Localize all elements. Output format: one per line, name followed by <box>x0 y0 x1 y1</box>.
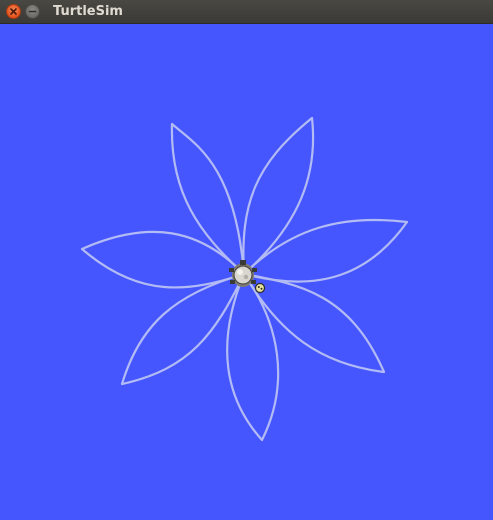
drawing-area <box>80 116 409 442</box>
close-button[interactable] <box>6 4 21 19</box>
close-icon <box>10 8 17 15</box>
petal-down <box>226 272 280 442</box>
petal-up-left <box>170 122 246 276</box>
petal-lower-left <box>120 272 246 386</box>
minimize-button[interactable] <box>25 4 40 19</box>
turtlesim-window: TurtleSim <box>0 0 493 520</box>
petal-left <box>80 230 246 289</box>
petal-up-right <box>242 116 315 276</box>
turtle-canvas[interactable] <box>0 24 493 520</box>
minimize-icon <box>28 10 37 13</box>
title-bar[interactable]: TurtleSim <box>0 0 493 24</box>
window-title: TurtleSim <box>53 4 123 19</box>
